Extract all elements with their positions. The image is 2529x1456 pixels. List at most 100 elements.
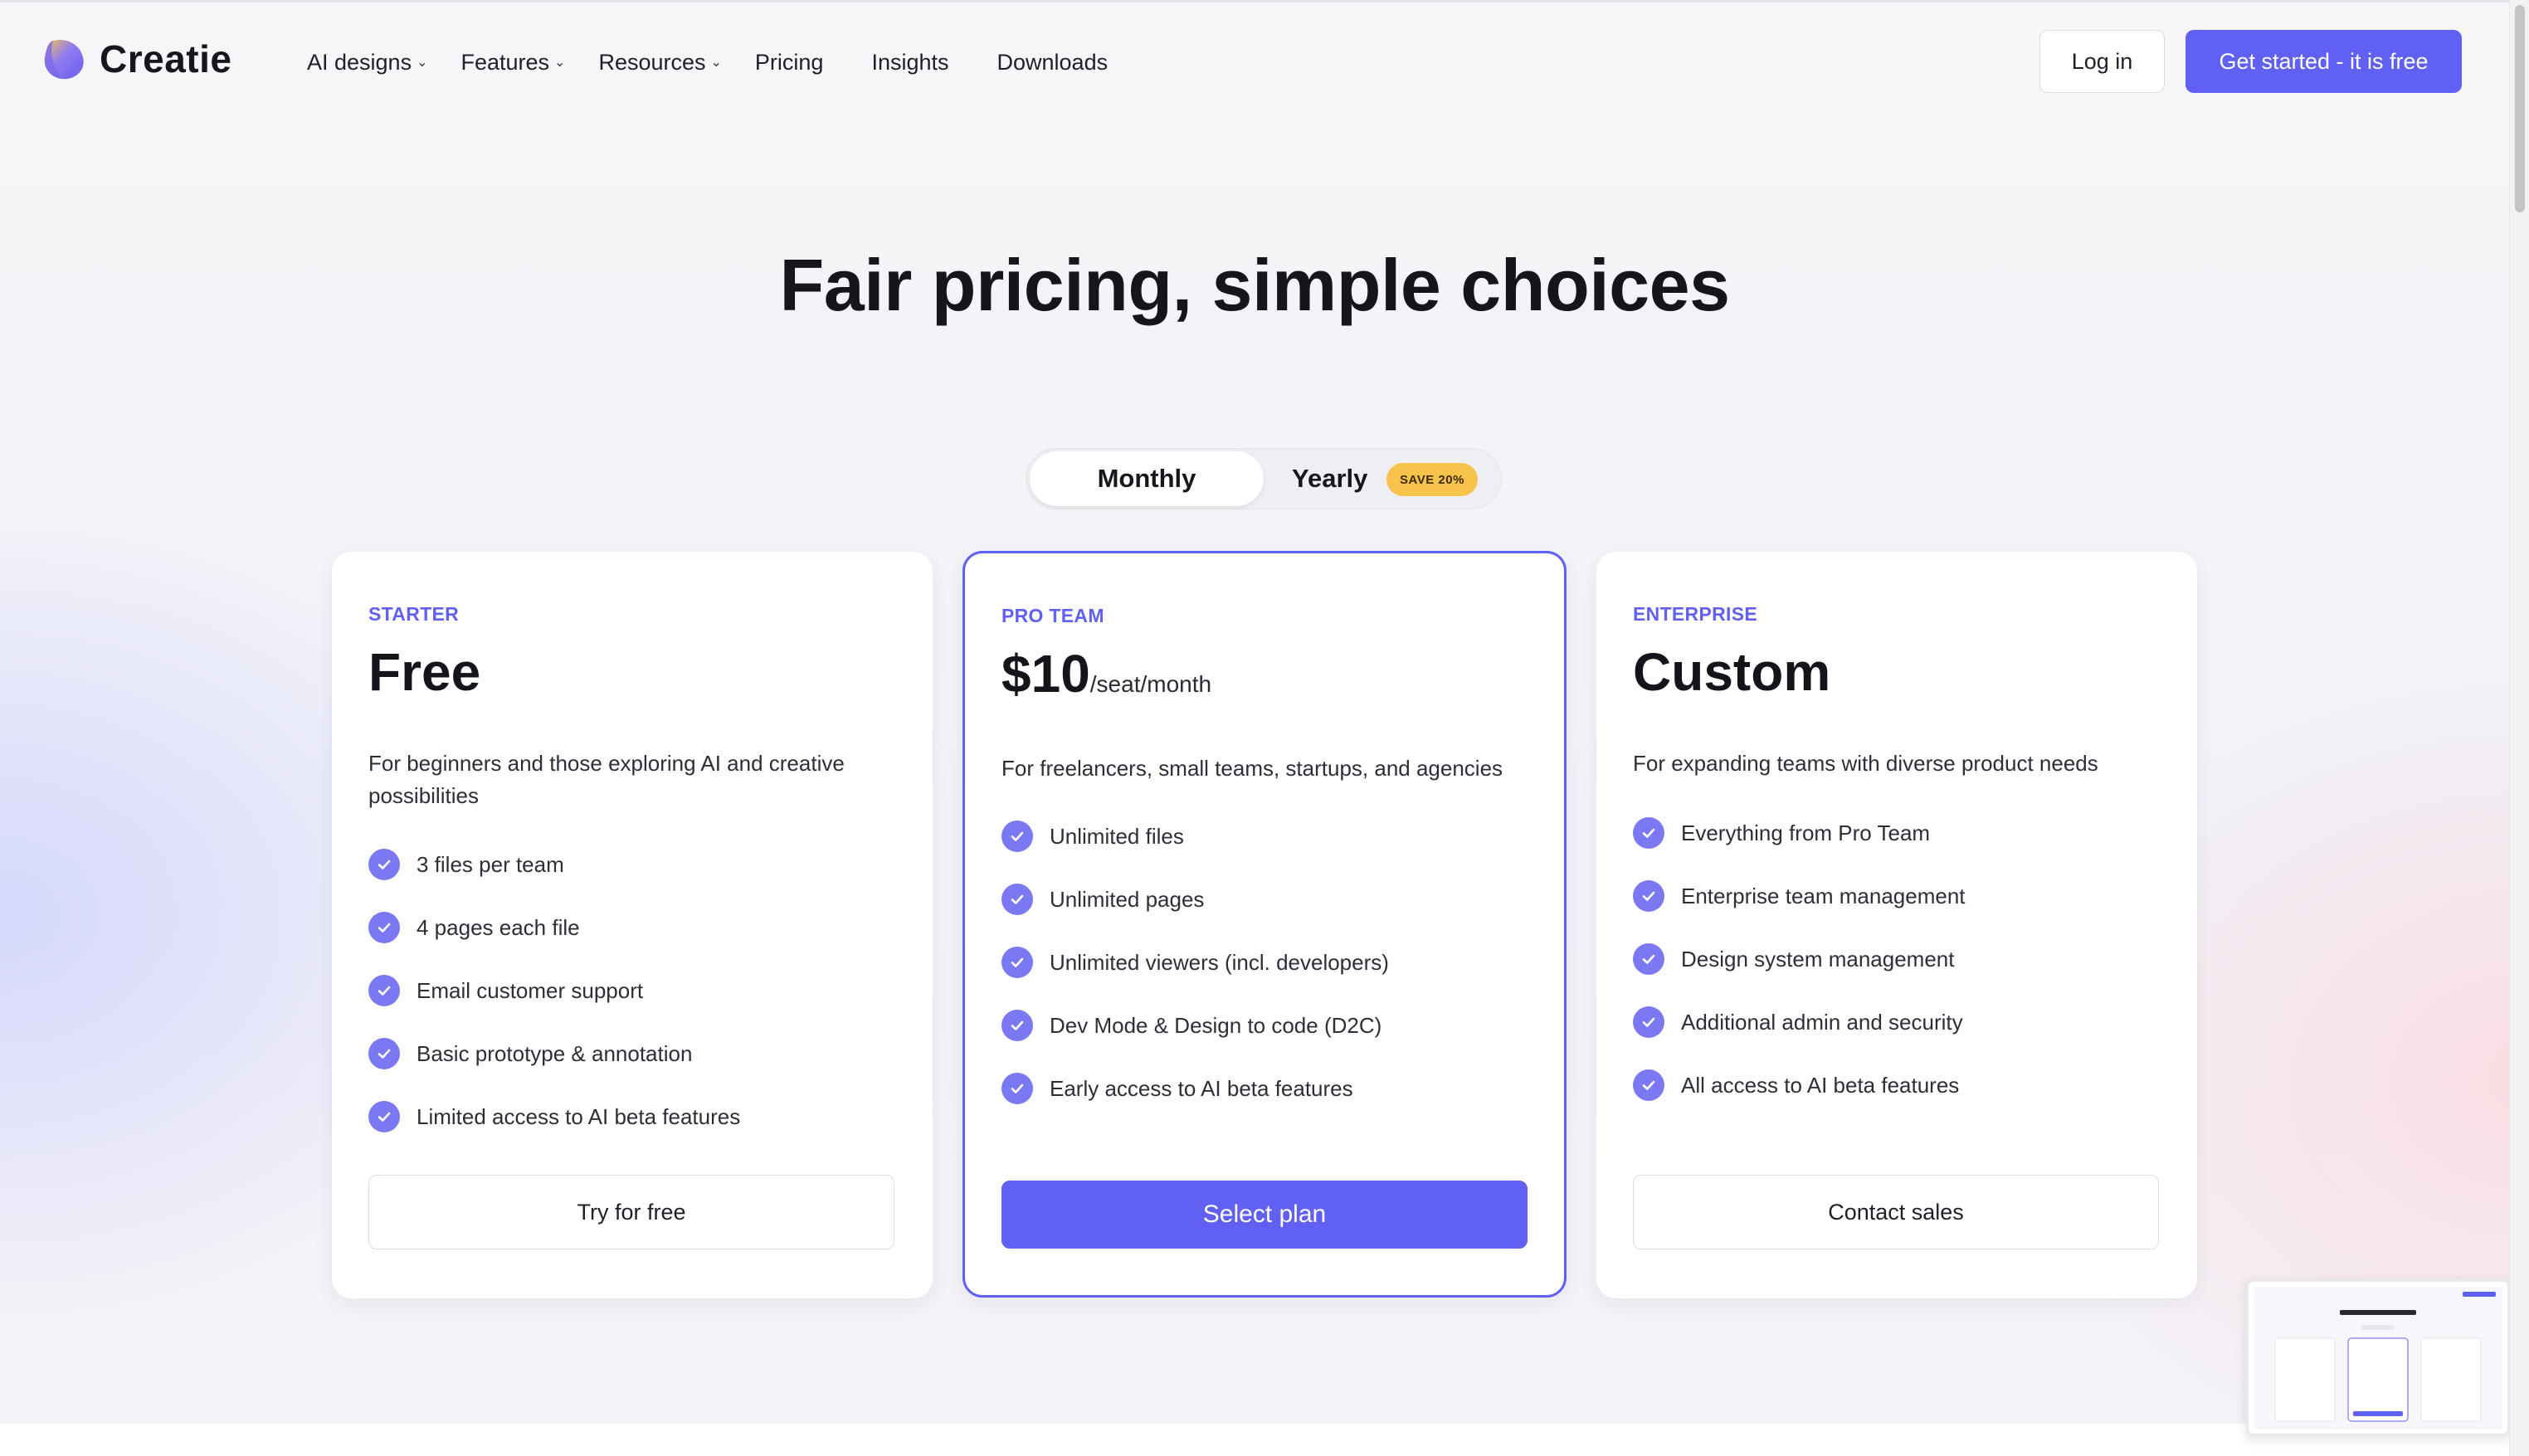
feature-label: Basic prototype & annotation: [417, 1040, 693, 1066]
check-icon: [368, 1038, 400, 1069]
check-icon: [1001, 1010, 1033, 1041]
check-icon: [1001, 821, 1033, 852]
plan-tier: STARTER: [368, 603, 460, 625]
contact-sales-button[interactable]: Contact sales: [1633, 1175, 2159, 1249]
feature-item: Email customer support: [368, 975, 891, 1006]
check-icon: [1633, 1069, 1664, 1101]
nav-item-ai-designs[interactable]: AI designs ⌄: [307, 50, 427, 75]
plan-price: Custom: [1633, 641, 1830, 703]
feature-label: Additional admin and security: [1681, 1009, 1963, 1035]
plan-description: For beginners and those exploring AI and…: [368, 751, 845, 808]
check-icon: [1001, 1073, 1033, 1104]
chevron-down-icon: ⌄: [710, 56, 722, 70]
plan-price: Free: [368, 641, 480, 703]
feature-item: Unlimited viewers (incl. developers): [1001, 947, 1524, 978]
page-bottom-strip: [0, 1424, 2509, 1456]
plan-features: Everything from Pro Team Enterprise team…: [1633, 817, 2156, 1132]
feature-item: Unlimited files: [1001, 821, 1524, 852]
chevron-down-icon: ⌄: [554, 56, 566, 70]
select-plan-button[interactable]: Select plan: [1001, 1181, 1528, 1249]
nav-label: Downloads: [996, 49, 1109, 75]
toggle-yearly[interactable]: Yearly: [1292, 451, 1367, 506]
brand-logo[interactable]: Creatie: [41, 36, 231, 82]
feature-item: All access to AI beta features: [1633, 1069, 2156, 1101]
main-nav: AI designs ⌄ Features ⌄ Resources ⌄ Pric…: [307, 44, 1156, 80]
plan-price-value: Custom: [1633, 642, 1831, 702]
feature-item: Early access to AI beta features: [1001, 1073, 1524, 1104]
top-header: Creatie AI designs ⌄ Features ⌄ Resource…: [0, 2, 2509, 119]
feature-item: Additional admin and security: [1633, 1006, 2156, 1038]
nav-label: Resources: [598, 49, 706, 75]
nav-item-resources[interactable]: Resources ⌄: [598, 50, 721, 75]
nav-label: Features: [460, 49, 550, 75]
check-icon: [368, 849, 400, 880]
get-started-button[interactable]: Get started - it is free: [2185, 30, 2462, 93]
feature-label: 3 files per team: [417, 851, 564, 877]
feature-label: Unlimited viewers (incl. developers): [1050, 949, 1389, 975]
nav-item-pricing[interactable]: Pricing: [755, 50, 824, 75]
nav-item-features[interactable]: Features ⌄: [460, 50, 565, 75]
feature-label: Design system management: [1681, 946, 1955, 971]
plan-price-value: Free: [368, 642, 481, 702]
plan-features: 3 files per team 4 pages each file Email…: [368, 849, 891, 1164]
toggle-monthly[interactable]: Monthly: [1030, 451, 1264, 506]
billing-toggle: Monthly Yearly SAVE 20%: [1026, 448, 1502, 509]
feature-item: 3 files per team: [368, 849, 891, 880]
nav-item-insights[interactable]: Insights: [871, 50, 948, 75]
thumbnail-preview-graphic: [2254, 1287, 2502, 1429]
save-badge: SAVE 20%: [1386, 463, 1478, 496]
feature-item: Unlimited pages: [1001, 884, 1524, 915]
check-icon: [1633, 943, 1664, 975]
page-title: Fair pricing, simple choices: [779, 244, 1730, 326]
feature-label: 4 pages each file: [417, 914, 580, 940]
plan-description: For expanding teams with diverse product…: [1633, 751, 2098, 776]
nav-label: AI designs: [307, 49, 412, 75]
feature-label: Enterprise team management: [1681, 883, 1966, 908]
chevron-down-icon: ⌄: [417, 56, 428, 70]
feature-label: Early access to AI beta features: [1050, 1075, 1353, 1101]
check-icon: [368, 1101, 400, 1132]
feature-label: Everything from Pro Team: [1681, 820, 1931, 845]
creatie-logo-icon: [44, 39, 84, 80]
vertical-scrollbar[interactable]: [2509, 0, 2529, 1456]
try-for-free-button[interactable]: Try for free: [368, 1175, 894, 1249]
plan-price-value: $10: [1001, 644, 1090, 704]
check-icon: [368, 975, 400, 1006]
pricing-page: Creatie AI designs ⌄ Features ⌄ Resource…: [0, 0, 2509, 1424]
plan-features: Unlimited files Unlimited pages Unlimite…: [1001, 821, 1524, 1136]
feature-label: Unlimited pages: [1050, 886, 1205, 912]
plan-card-pro-team: PRO TEAM $10/seat/month For freelancers,…: [962, 551, 1567, 1298]
thumbnail-image: [2254, 1287, 2502, 1429]
brand-name: Creatie: [100, 37, 232, 80]
plan-card-enterprise: ENTERPRISE Custom For expanding teams wi…: [1596, 552, 2197, 1298]
plan-price: $10/seat/month: [1001, 643, 1211, 704]
feature-item: Basic prototype & annotation: [368, 1038, 891, 1069]
plan-tier: PRO TEAM: [1001, 605, 1104, 626]
login-button[interactable]: Log in: [2039, 30, 2165, 93]
plan-description: For freelancers, small teams, startups, …: [1001, 756, 1503, 781]
feature-item: Dev Mode & Design to code (D2C): [1001, 1010, 1524, 1041]
nav-item-downloads[interactable]: Downloads: [997, 50, 1109, 75]
feature-item: 4 pages each file: [368, 912, 891, 943]
feature-item: Everything from Pro Team: [1633, 817, 2156, 849]
check-icon: [368, 912, 400, 943]
screenshot-preview-thumbnail[interactable]: [2246, 1279, 2510, 1436]
nav-label: Pricing: [754, 49, 824, 75]
feature-label: Limited access to AI beta features: [417, 1103, 741, 1129]
feature-label: Email customer support: [417, 977, 644, 1003]
check-icon: [1001, 884, 1033, 915]
feature-item: Limited access to AI beta features: [368, 1101, 891, 1132]
feature-label: All access to AI beta features: [1681, 1072, 1960, 1098]
feature-item: Enterprise team management: [1633, 880, 2156, 912]
nav-label: Insights: [871, 49, 949, 75]
check-icon: [1633, 880, 1664, 912]
scrollbar-thumb[interactable]: [2515, 5, 2525, 212]
plan-card-starter: STARTER Free For beginners and those exp…: [332, 552, 933, 1298]
feature-item: Design system management: [1633, 943, 2156, 975]
check-icon: [1001, 947, 1033, 978]
check-icon: [1633, 817, 1664, 849]
feature-label: Dev Mode & Design to code (D2C): [1050, 1012, 1382, 1038]
check-icon: [1633, 1006, 1664, 1038]
feature-label: Unlimited files: [1050, 823, 1184, 849]
plan-tier: ENTERPRISE: [1633, 603, 1757, 625]
